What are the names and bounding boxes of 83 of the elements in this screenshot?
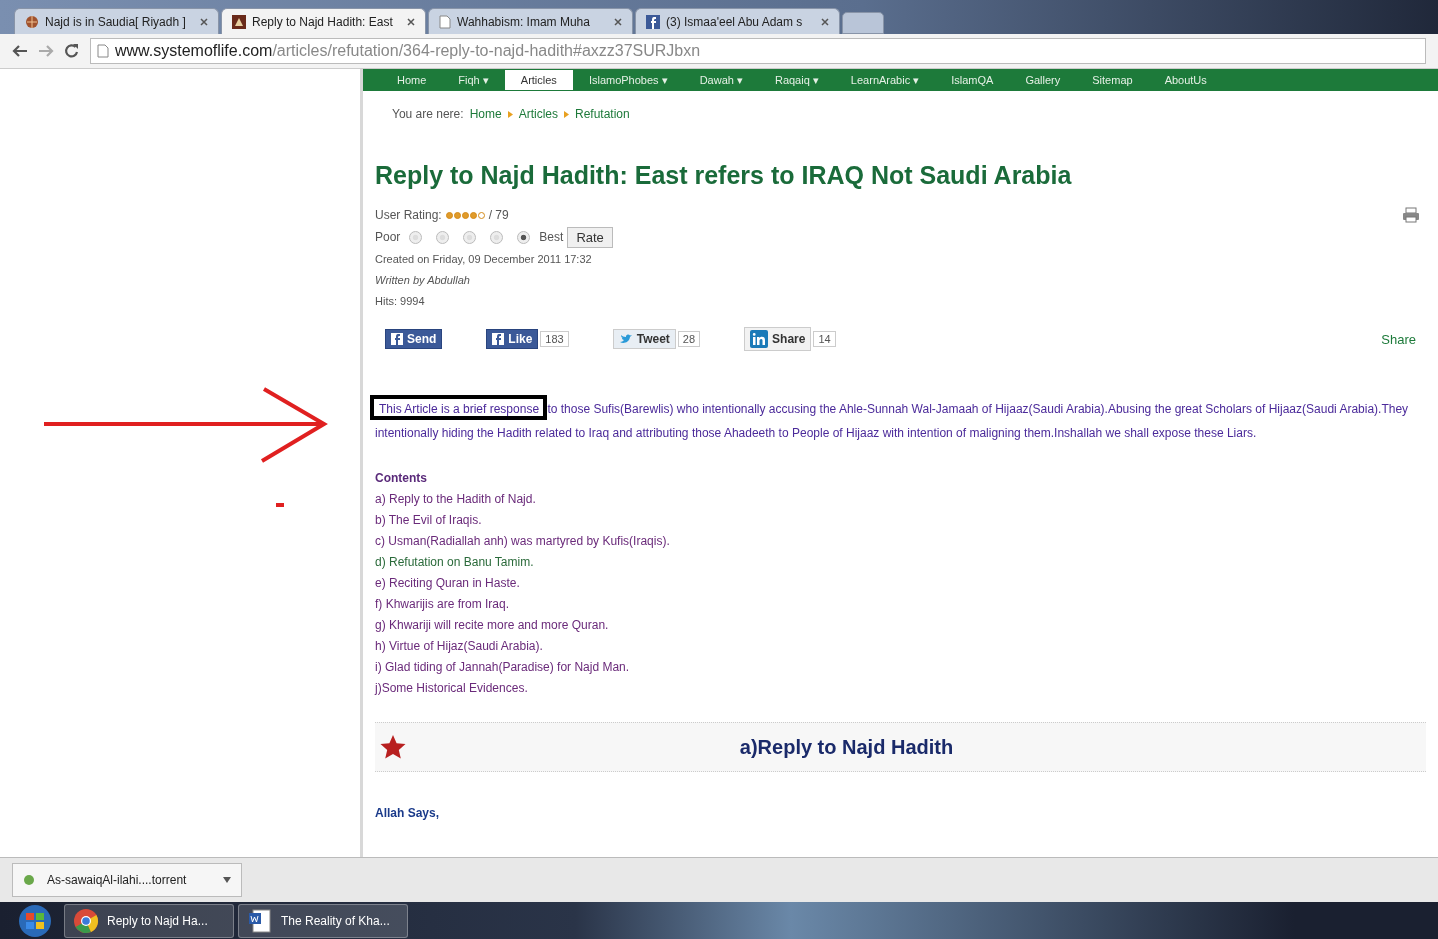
breadcrumb-link[interactable]: Home: [469, 107, 502, 121]
site-icon: [232, 14, 246, 29]
share-button[interactable]: Like: [486, 329, 539, 349]
contents-link[interactable]: f) Khwarijis are from Iraq.: [375, 593, 510, 614]
triangle-icon: [507, 110, 513, 118]
linkedin-icon: [750, 330, 769, 348]
back-icon[interactable]: [12, 44, 28, 58]
contents-link[interactable]: a) Reply to the Hadith of Najd.: [375, 488, 536, 509]
author-line: Written by Abdullah: [375, 272, 471, 288]
bird-icon: [618, 333, 633, 345]
breadcrumb-link[interactable]: Refutation: [575, 107, 630, 121]
article-title: Reply to Najd Hadith: East refers to IRAQ Not Saudi Arabia: [375, 161, 1073, 190]
contents-link[interactable]: e) Reciting Quran in Haste.: [375, 572, 520, 593]
taskbar-button[interactable]: The Reality of Kha...: [238, 903, 408, 938]
close-icon[interactable]: [407, 17, 415, 26]
contents-link[interactable]: b) The Evil of Iraqis.: [375, 509, 482, 530]
rating-radio[interactable]: [436, 230, 450, 244]
facebook-icon: [646, 14, 660, 29]
contents-link[interactable]: i) Glad tiding of Jannah(Paradise) for Najd Man.: [375, 656, 630, 677]
nav-item[interactable]: Home: [381, 70, 443, 90]
nav-item[interactable]: Fiqh ▾: [442, 69, 505, 91]
print-icon[interactable]: [1402, 207, 1420, 223]
breadcrumb-link[interactable]: Articles: [518, 107, 558, 121]
nav-item[interactable]: Dawah ▾: [683, 69, 759, 91]
taskbar-button[interactable]: Reply to Najd Ha...: [64, 903, 234, 938]
share-button[interactable]: Share: [744, 327, 812, 351]
caret-icon[interactable]: [223, 877, 231, 883]
contents-link[interactable]: h) Virtue of Hijaz(Saudi Arabia).: [375, 635, 543, 656]
browser-tab[interactable]: (3) Ismaa'eel Abu Adam s: [635, 8, 840, 34]
contents-link[interactable]: d) Refutation on Banu Tamim.: [375, 551, 534, 572]
rating-count: / 79: [488, 208, 509, 222]
document-icon: [247, 907, 273, 934]
address-field[interactable]: www.systemoflife.com/articles/refutation/364-reply-to-najd-hadith#axzz37SURJbxn: [90, 38, 1426, 64]
file-icon: [23, 874, 35, 886]
share-count: 28: [677, 331, 701, 347]
nav-item[interactable]: LearnArabic ▾: [834, 69, 936, 91]
breadcrumb-label: You are nere:: [392, 107, 464, 121]
dash-mark: [276, 503, 284, 507]
share-button[interactable]: Tweet: [612, 329, 676, 349]
browser-tab[interactable]: Reply to Najd Hadith: East: [221, 8, 426, 34]
share-count: 14: [813, 331, 836, 347]
close-icon[interactable]: [200, 17, 208, 26]
section-intro: Allah Says,: [375, 806, 441, 820]
facebook-icon: [391, 333, 403, 345]
contents-link[interactable]: c) Usman(Radiallah anh) was martyred by Kufis(Iraqis).: [375, 530, 670, 551]
contents-link[interactable]: j)Some Historical Evidences.: [375, 677, 528, 698]
best-label: Best: [539, 230, 564, 244]
share-button[interactable]: Send: [385, 329, 443, 349]
rating-radio[interactable]: [409, 230, 423, 244]
nav-item[interactable]: Articles: [504, 70, 573, 90]
contents-link[interactable]: g) Khwariji will recite more and more Quran.: [375, 614, 609, 635]
nav-item[interactable]: IslamQA: [935, 70, 1010, 90]
triangle-icon: [564, 110, 569, 118]
nav-item[interactable]: AboutUs: [1148, 70, 1223, 90]
contents-heading: Contents: [375, 469, 428, 487]
reload-icon[interactable]: [64, 43, 80, 59]
rating-radio[interactable]: [490, 230, 504, 244]
chrome-icon: [73, 907, 99, 934]
nav-item[interactable]: Gallery: [1009, 70, 1077, 90]
rating-radio[interactable]: [463, 230, 477, 244]
hits-count: Hits: 9994: [375, 293, 426, 309]
browser-tab[interactable]: Wahhabism: Imam Muha: [428, 8, 633, 34]
rate-button[interactable]: Rate: [567, 226, 613, 248]
nav-item[interactable]: Raqaiq ▾: [758, 69, 835, 91]
share-link[interactable]: Share: [1381, 331, 1426, 347]
poor-label: Poor: [375, 230, 401, 244]
rating-label: User Rating:: [375, 208, 442, 222]
section-heading: a)Reply to Najd Hadith: [738, 735, 955, 759]
page-icon: [97, 44, 109, 58]
intro-paragraph: This Article is a brief response to those Sufis(Barewlis) who intentionally accusing the Ahle-Sunnah Wal-Jamaah of Hijaaz(Saudi Arabia).Abusing the great Scholars of Hijaaz(Saudi Arabia).They intentionally hiding the Hadith related to Iraq and attributing those Ahadeeth to People of Hijaaz with intention of maligning them.Inshallah we shall expose these Liars.: [375, 397, 1426, 445]
share-count: 183: [540, 331, 569, 347]
facebook-icon: [492, 333, 505, 345]
nav-item[interactable]: Sitemap: [1076, 70, 1149, 90]
browser-tab[interactable]: Najd is in Saudia[ Riyadh ]: [14, 8, 219, 34]
globe-icon: [25, 14, 39, 29]
close-icon[interactable]: [614, 17, 622, 26]
page-icon: [439, 14, 451, 29]
rating-radio[interactable]: [517, 230, 531, 244]
download-item[interactable]: As-sawaiqAl-ilahi....torrent: [12, 863, 242, 897]
close-icon[interactable]: [821, 17, 829, 26]
nav-item[interactable]: IslamoPhobes ▾: [572, 69, 684, 91]
star-icon: [379, 734, 407, 760]
created-date: Created on Friday, 09 December 2011 17:32: [375, 251, 593, 267]
